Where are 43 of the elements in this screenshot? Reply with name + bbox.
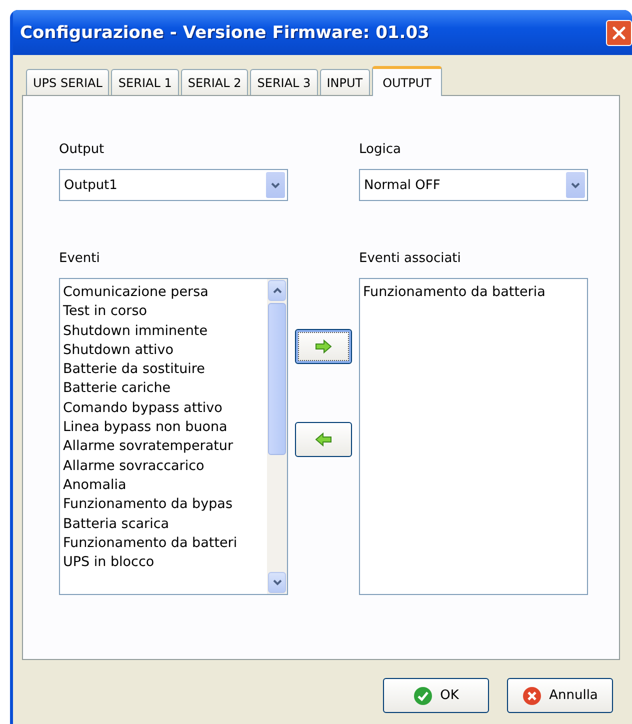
- ok-button[interactable]: OK: [383, 678, 489, 713]
- right-arrow-icon: [314, 339, 333, 354]
- dropdown[interactable]: Normal OFF: [359, 169, 588, 201]
- left-arrow-icon: [314, 432, 333, 447]
- list-item[interactable]: Test in corso: [63, 302, 267, 322]
- window-title: Configurazione - Versione Firmware: 01.03: [20, 22, 430, 42]
- cancel-button[interactable]: Annulla: [507, 678, 613, 713]
- list-box[interactable]: Funzionamento da batteria: [359, 278, 588, 595]
- list-item[interactable]: Batterie da sostituire: [63, 360, 267, 380]
- tab[interactable]: SERIAL 1: [111, 69, 179, 95]
- tab[interactable]: SERIAL 2: [180, 69, 248, 95]
- scrollbar[interactable]: [267, 279, 287, 594]
- remove-button[interactable]: [295, 422, 352, 457]
- list-item[interactable]: Comunicazione persa: [63, 283, 267, 302]
- list-item[interactable]: Batteria scarica: [63, 514, 267, 534]
- list-item[interactable]: Allarme sovratemperatur: [63, 437, 267, 457]
- field-label: Eventi associati: [359, 251, 462, 266]
- list-item[interactable]: Allarme sovraccarico: [63, 456, 267, 476]
- tab[interactable]: SERIAL 3: [250, 69, 318, 95]
- list-item[interactable]: Comando bypass attivo: [63, 398, 267, 418]
- add-button[interactable]: [295, 329, 352, 364]
- list-item[interactable]: Shutdown imminente: [63, 322, 267, 341]
- list-item[interactable]: Shutdown attivo: [63, 340, 267, 360]
- list-box[interactable]: [59, 278, 288, 595]
- tab[interactable]: OUTPUT: [372, 66, 442, 96]
- dropdown[interactable]: Output1: [59, 169, 288, 201]
- list-item[interactable]: UPS in blocco: [63, 553, 267, 572]
- field-label: Eventi: [59, 251, 101, 266]
- field-label: Output: [59, 142, 106, 157]
- list-item[interactable]: Funzionamento da batteria: [363, 283, 587, 302]
- cancel-icon: [522, 686, 542, 706]
- scroll-thumb[interactable]: [268, 303, 286, 455]
- tab[interactable]: INPUT: [320, 69, 370, 95]
- list-item[interactable]: Funzionamento da bypas: [63, 495, 267, 515]
- list-item[interactable]: Linea bypass non buona: [63, 418, 267, 438]
- tab[interactable]: UPS SERIAL: [26, 69, 110, 95]
- check-icon: [413, 686, 434, 706]
- list-item[interactable]: Funzionamento da batteri: [63, 534, 267, 554]
- close-icon: [612, 26, 626, 40]
- list-item[interactable]: Batterie cariche: [63, 379, 267, 399]
- close-button[interactable]: [606, 20, 632, 46]
- field-label: Logica: [359, 142, 402, 157]
- list-item[interactable]: Anomalia: [63, 476, 267, 496]
